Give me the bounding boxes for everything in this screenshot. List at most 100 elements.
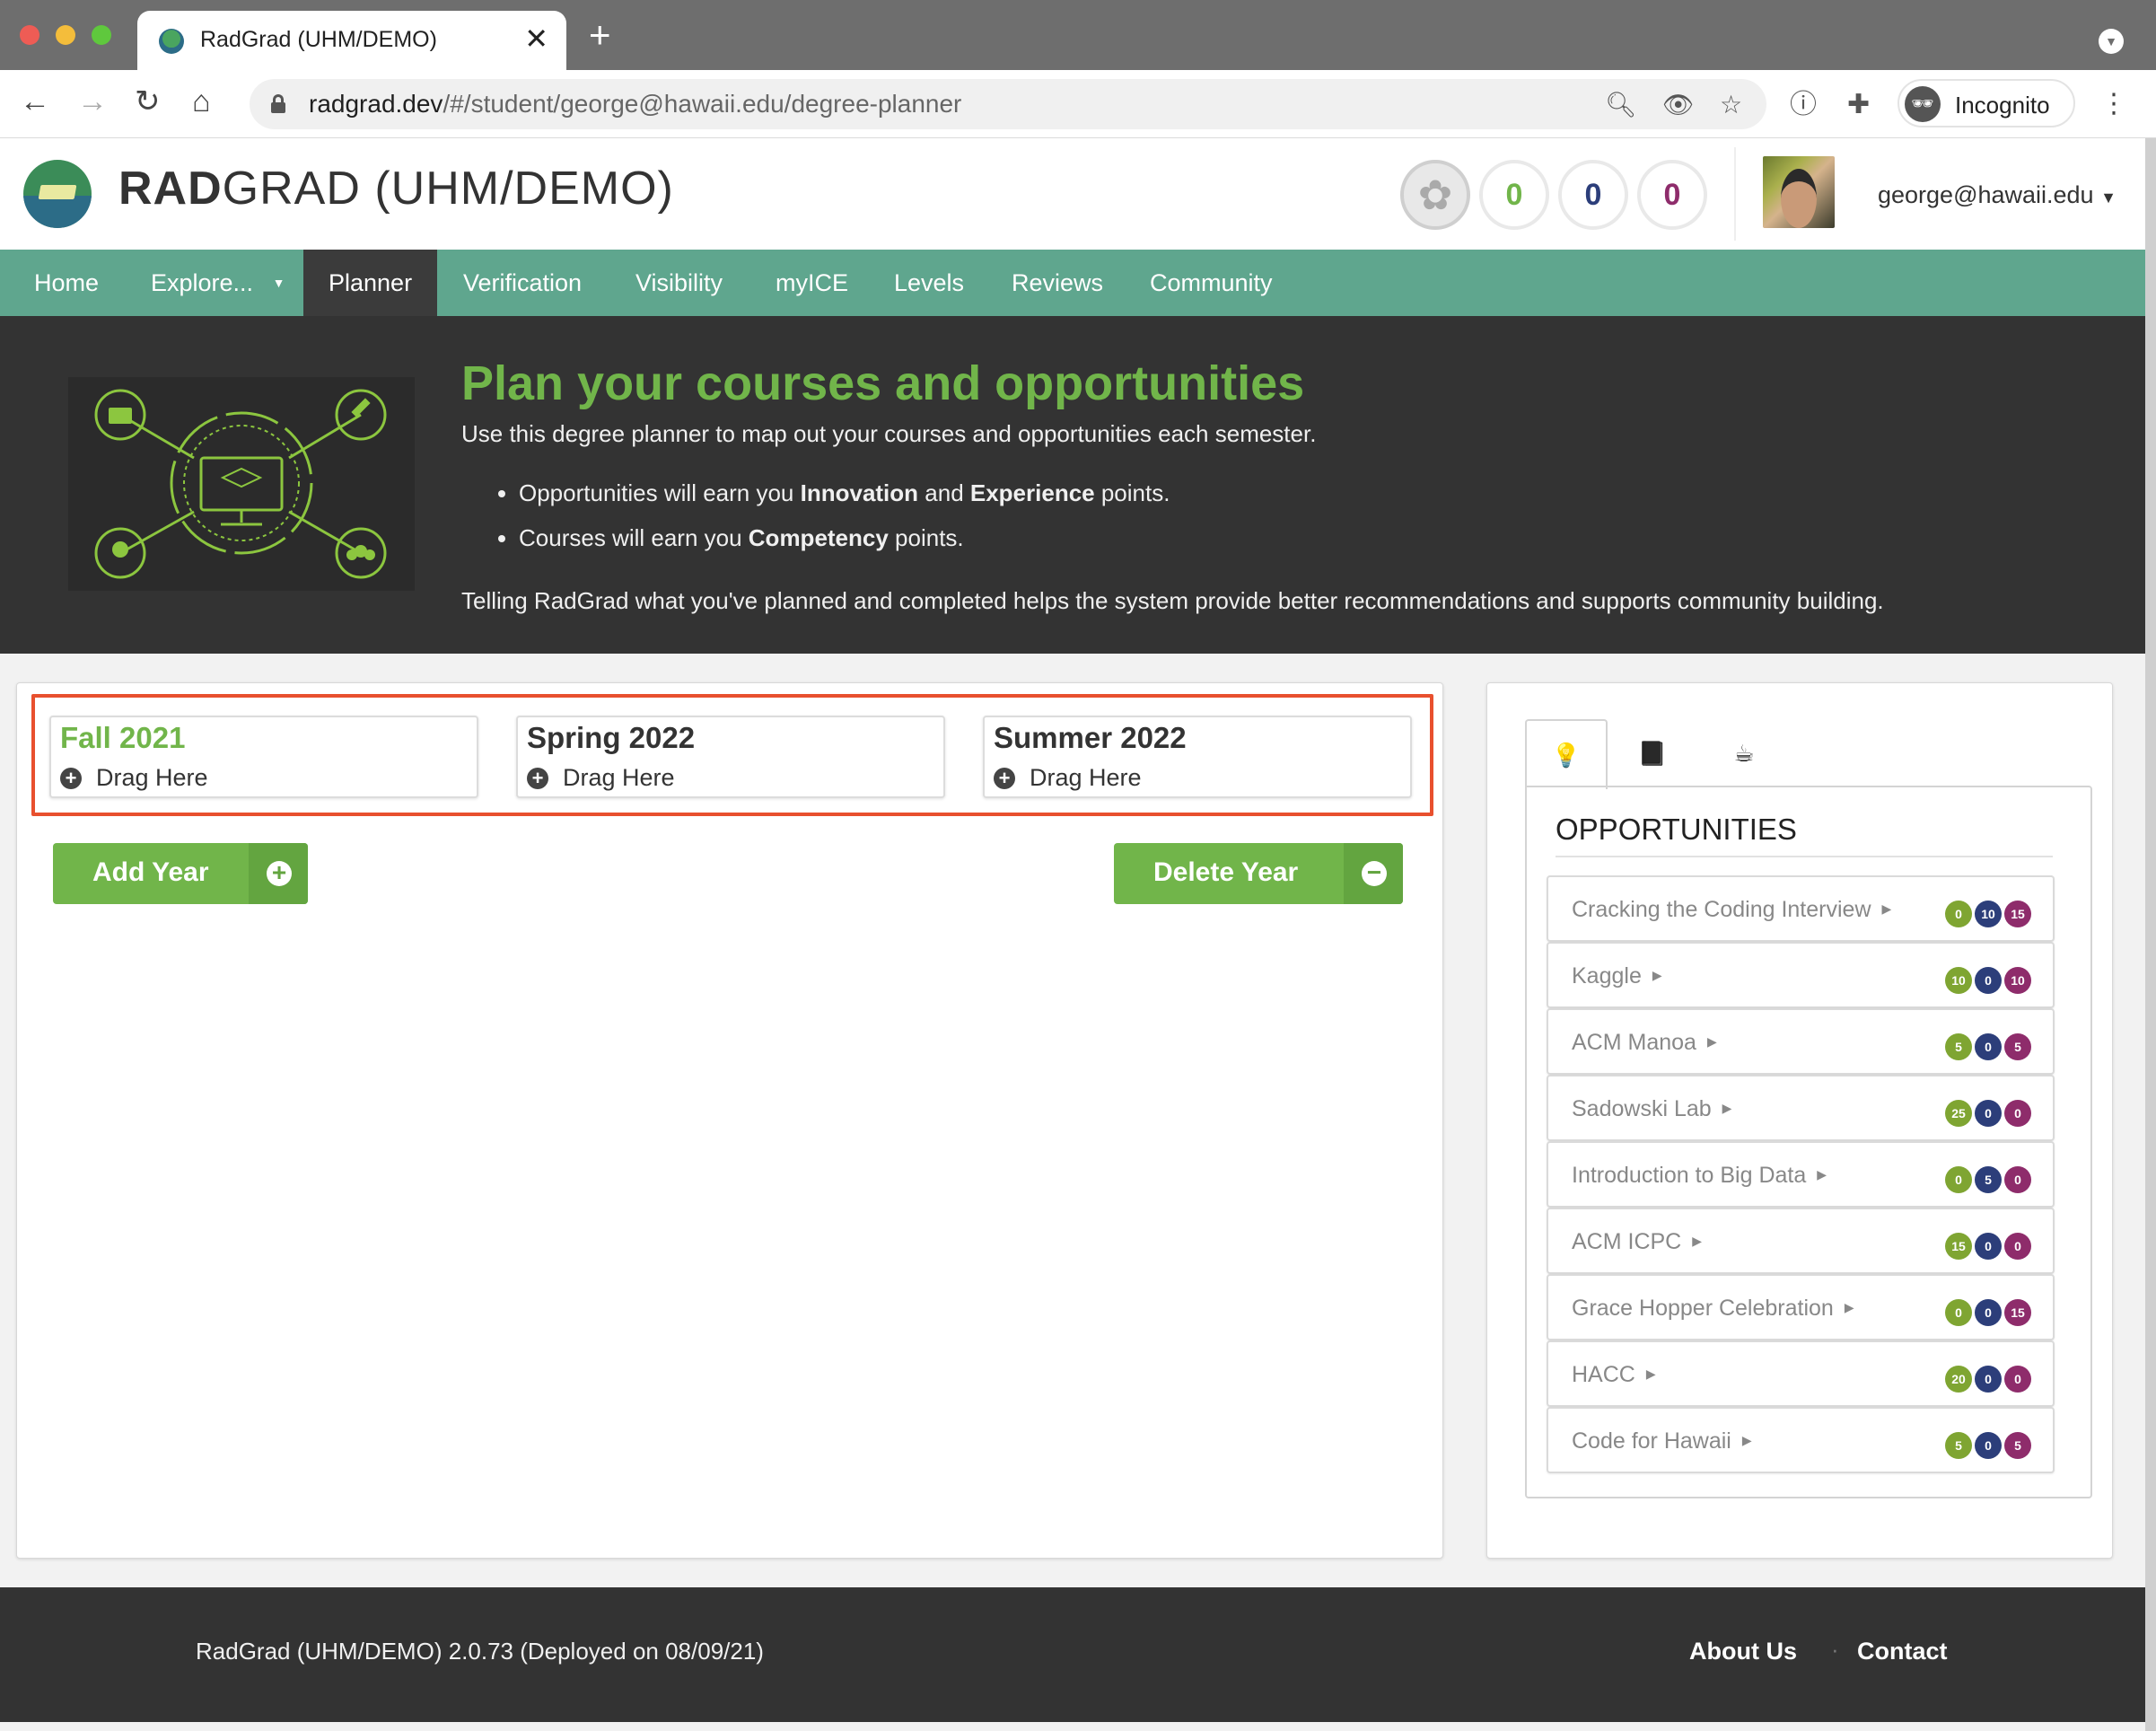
site-title[interactable]: RADGRAD (UHM/DEMO) [118, 162, 674, 215]
forward-icon[interactable]: → [77, 86, 108, 117]
opportunity-item[interactable]: Cracking the Coding Interview ▶ 0 10 15 [1547, 875, 2055, 942]
opportunity-item[interactable]: Grace Hopper Celebration ▶ 0 0 15 [1547, 1274, 2055, 1340]
add-year-button[interactable]: Add Year + [53, 843, 308, 904]
browser-tab[interactable]: RadGrad (UHM/DEMO) ✕ [137, 11, 566, 70]
footer-separator: · [1831, 1636, 1839, 1663]
opportunity-item[interactable]: ACM ICPC ▶ 15 0 0 [1547, 1208, 2055, 1274]
nav-levels[interactable]: Levels [894, 250, 964, 316]
ice-badge-experience: 0 [2004, 1366, 2031, 1393]
ice-badge-experience: 10 [2004, 967, 2031, 994]
nav-myice[interactable]: myICE [776, 250, 848, 316]
nav-explore[interactable]: Explore... ▼ [151, 250, 285, 316]
opportunity-name: ACM Manoa ▶ [1572, 1030, 1717, 1055]
plus-circle-icon: + [527, 768, 548, 789]
tab-search-icon[interactable]: ▼ [2099, 29, 2124, 54]
favicon-icon [159, 29, 184, 54]
user-email: george@hawaii.edu [1878, 181, 2094, 208]
semester-dropzone-spring-2022[interactable]: Spring 2022 + Drag Here [516, 716, 945, 798]
semester-dropzone-fall-2021[interactable]: Fall 2021 + Drag Here [49, 716, 478, 798]
extension-password-icon[interactable]: ⓘ [1790, 92, 1817, 119]
semester-name: Summer 2022 [994, 721, 1187, 754]
nav-planner[interactable]: Planner [303, 250, 438, 316]
ice-badge-competency: 0 [1975, 1432, 2002, 1459]
ice-innovation-score[interactable]: 0 [1479, 160, 1549, 230]
tab-courses[interactable]: 📕 [1611, 719, 1694, 787]
scrollbar-track[interactable] [2145, 138, 2156, 1731]
opportunity-item[interactable]: Code for Hawaii ▶ 5 0 5 [1547, 1407, 2055, 1473]
opportunity-name: Code for Hawaii ▶ [1572, 1428, 1752, 1454]
plus-circle-icon: + [994, 768, 1015, 789]
caret-right-icon: ▶ [1844, 1300, 1854, 1314]
tracking-eye-icon[interactable]: 👁︎ [1662, 90, 1695, 119]
ice-badge-innovation: 15 [1945, 1233, 1972, 1260]
delete-year-button[interactable]: Delete Year − [1114, 843, 1403, 904]
opportunity-item[interactable]: Kaggle ▶ 10 0 10 [1547, 942, 2055, 1008]
lock-icon [271, 94, 285, 113]
caret-right-icon: ▶ [1881, 901, 1892, 916]
caret-right-icon: ▶ [1692, 1234, 1703, 1248]
ice-badge-innovation: 20 [1945, 1366, 1972, 1393]
ice-badge-competency: 0 [1975, 1233, 2002, 1260]
opportunity-item[interactable]: Sadowski Lab ▶ 25 0 0 [1547, 1075, 2055, 1141]
window-zoom-button[interactable] [92, 25, 111, 45]
ice-badge-experience: 0 [2004, 1166, 2031, 1193]
tab-title: RadGrad (UHM/DEMO) [200, 27, 437, 52]
ice-competency-value: 0 [1584, 178, 1602, 212]
minus-circle-icon: − [1362, 860, 1387, 886]
nav-home[interactable]: Home [34, 250, 99, 316]
incognito-icon: 🕶︎ [1905, 86, 1941, 122]
back-icon[interactable]: ← [20, 86, 50, 117]
nav-visibility[interactable]: Visibility [635, 250, 723, 316]
zoom-icon[interactable]: 🔍︎ [1605, 90, 1637, 119]
opportunity-name: Grace Hopper Celebration ▶ [1572, 1296, 1854, 1321]
opportunity-item[interactable]: HACC ▶ 20 0 0 [1547, 1340, 2055, 1407]
url-text[interactable]: radgrad.dev/#/student/george@hawaii.edu/… [309, 90, 961, 119]
tab-profile-opportunities[interactable]: ☕ [1703, 719, 1785, 787]
ice-badge-innovation: 0 [1945, 901, 1972, 927]
opportunity-item[interactable]: Introduction to Big Data ▶ 0 5 0 [1547, 1141, 2055, 1208]
degree-planner-panel: Fall 2021 + Drag Here Spring 2022 + Drag H… [16, 682, 1443, 1559]
ice-competency-score[interactable]: 0 [1558, 160, 1628, 230]
ice-gear-icon[interactable]: ✿ [1400, 160, 1470, 230]
opportunities-header: OPPORTUNITIES [1556, 813, 2053, 857]
caret-right-icon: ▶ [1722, 1101, 1732, 1115]
brand-bold: RAD [118, 163, 223, 215]
footer-contact-link[interactable]: Contact [1857, 1638, 1948, 1665]
window-minimize-button[interactable] [56, 25, 75, 45]
address-bar[interactable]: radgrad.dev/#/student/george@hawaii.edu/… [250, 79, 1766, 129]
ice-badge-innovation: 0 [1945, 1299, 1972, 1326]
user-menu[interactable]: george@hawaii.edu ▼ [1878, 181, 2117, 209]
new-tab-button[interactable]: + [589, 16, 611, 54]
ice-innovation-value: 0 [1505, 178, 1523, 212]
nav-community[interactable]: Community [1150, 250, 1273, 316]
hero-bullets: Opportunities will earn you Innovation a… [519, 479, 1170, 569]
plus-circle-icon: + [60, 768, 82, 789]
incognito-indicator[interactable]: 🕶︎ Incognito [1897, 79, 2075, 127]
reload-icon[interactable]: ↻ [135, 86, 161, 117]
window-close-button[interactable] [20, 25, 39, 45]
extensions-puzzle-icon[interactable]: ✚ [1847, 92, 1870, 119]
footer-about-link[interactable]: About Us [1689, 1638, 1797, 1665]
ice-experience-score[interactable]: 0 [1637, 160, 1707, 230]
tab-opportunities[interactable]: 💡 [1525, 719, 1608, 789]
lightbulb-icon: 💡 [1551, 742, 1582, 769]
ice-badge-experience: 5 [2004, 1432, 2031, 1459]
opportunity-name: Sadowski Lab ▶ [1572, 1096, 1732, 1121]
tab-close-icon[interactable]: ✕ [524, 22, 548, 56]
home-icon[interactable]: ⌂ [192, 86, 211, 117]
browser-tab-strip: RadGrad (UHM/DEMO) ✕ + ▼ [0, 0, 2156, 70]
url-path: /#/student/george@hawaii.edu/degree-plan… [443, 90, 962, 118]
site-header: RADGRAD (UHM/DEMO) ✿ 0 0 0 george@hawaii… [0, 138, 2145, 250]
opportunity-name: Kaggle ▶ [1572, 963, 1662, 989]
nav-reviews[interactable]: Reviews [1012, 250, 1103, 316]
book-icon: 📕 [1637, 740, 1668, 767]
bookmark-star-icon[interactable]: ☆ [1720, 90, 1742, 119]
opportunity-item[interactable]: ACM Manoa ▶ 5 0 5 [1547, 1008, 2055, 1075]
radgrad-logo[interactable] [23, 160, 92, 228]
nav-verification[interactable]: Verification [463, 250, 582, 316]
semester-dropzone-summer-2022[interactable]: Summer 2022 + Drag Here [983, 716, 1412, 798]
browser-menu-icon[interactable]: ⋮ [2100, 88, 2127, 119]
opportunity-name: HACC ▶ [1572, 1362, 1656, 1387]
ice-badge-innovation: 5 [1945, 1432, 1972, 1459]
user-avatar[interactable] [1763, 156, 1835, 228]
